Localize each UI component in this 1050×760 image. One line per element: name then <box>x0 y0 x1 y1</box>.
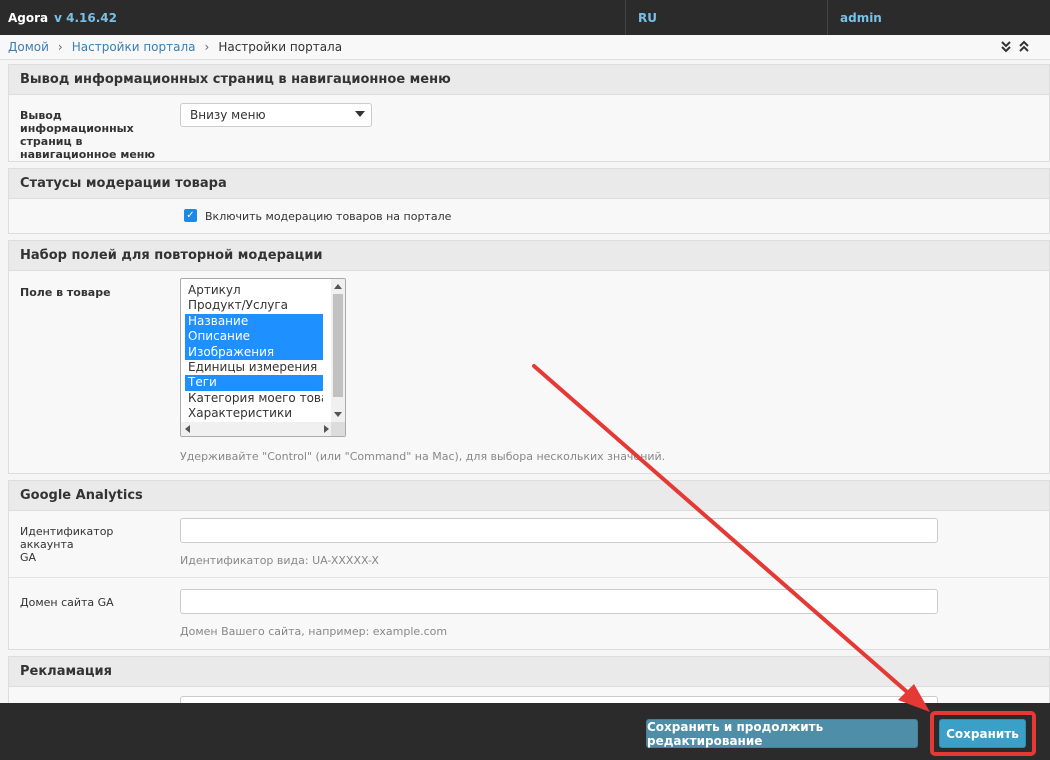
breadcrumb-parent[interactable]: Настройки портала <box>72 40 196 54</box>
multiselect-option[interactable]: Изображения <box>185 344 323 360</box>
fieldset-analytics: Google Analytics Идентификатор аккаунта … <box>8 480 1050 650</box>
top-navbar: Agora v 4.16.42 RU admin <box>0 0 1050 35</box>
chevron-down-icon <box>355 111 365 117</box>
multiselect-help: Удерживайте "Control" (или "Command" на … <box>180 450 666 463</box>
fieldset-title: Вывод информационных страниц в навигацио… <box>9 65 1049 95</box>
settings-form: Вывод информационных страниц в навигацио… <box>8 64 1050 742</box>
save-and-continue-button[interactable]: Сохранить и продолжить редактирование <box>646 719 918 748</box>
breadcrumb: Домой › Настройки портала › Настройки по… <box>0 35 1050 60</box>
fieldset-title: Набор полей для повторной модерации <box>9 241 1049 271</box>
submit-row: Сохранить и продолжить редактирование Со… <box>0 703 1050 760</box>
multiselect-option[interactable]: Теги <box>185 375 323 391</box>
fieldset-remoderation: Набор полей для повторной модерации Поле… <box>8 240 1050 474</box>
fieldset-moderation: Статусы модерации товара ✓ Включить моде… <box>8 168 1050 234</box>
multiselect-option[interactable]: Артикул <box>185 283 323 298</box>
ga-account-help: Идентификатор вида: UA-XXXXX-X <box>180 554 379 567</box>
moderation-checkbox-label: Включить модерацию товаров на портале <box>205 210 452 223</box>
breadcrumb-current: Настройки портала <box>218 40 343 54</box>
multiselect-option[interactable]: Название <box>185 313 323 330</box>
expand-all-icon[interactable] <box>1000 39 1012 53</box>
ga-domain-label: Домен сайта GA <box>20 596 114 609</box>
row-divider <box>9 577 1049 578</box>
app-version: v 4.16.42 <box>54 10 118 25</box>
scroll-down-icon[interactable] <box>334 412 342 417</box>
multiselect-option[interactable]: Единицы измерения <box>185 360 323 375</box>
fieldset-nav-menu: Вывод информационных страниц в навигацио… <box>8 64 1050 162</box>
moderation-checkbox[interactable]: ✓ <box>184 209 197 222</box>
fieldset-title: Google Analytics <box>9 481 1049 511</box>
ga-account-input[interactable] <box>180 518 938 543</box>
nav-menu-label: Вывод информационных страниц в навигацио… <box>20 109 156 161</box>
ga-domain-help: Домен Вашего сайта, например: example.co… <box>180 625 448 638</box>
scrollbar-corner <box>331 422 345 436</box>
nav-menu-select[interactable]: Внизу меню <box>180 103 372 127</box>
scroll-up-icon[interactable] <box>334 284 342 289</box>
multiselect-option[interactable]: Характеристики <box>185 406 323 421</box>
scroll-left-icon[interactable] <box>185 425 190 433</box>
language-switcher[interactable]: RU <box>625 0 827 35</box>
product-fields-multiselect[interactable]: Артикул Продукт/Услуга Название Описание Изо… <box>180 278 346 437</box>
multiselect-option[interactable]: Описание <box>185 329 323 345</box>
product-field-label: Поле в товаре <box>20 286 111 299</box>
app-name: Agora <box>8 10 49 25</box>
fieldset-title: Рекламация <box>9 657 1049 687</box>
ga-account-label: Идентификатор аккаунта GA <box>20 525 114 564</box>
user-menu[interactable]: admin <box>827 0 1050 35</box>
scrollbar-thumb[interactable] <box>333 294 343 397</box>
multiselect-options: Артикул Продукт/Услуга Название Описание Изо… <box>185 283 323 422</box>
multiselect-option[interactable]: Продукт/Услуга <box>185 298 323 313</box>
save-button[interactable]: Сохранить <box>939 719 1026 748</box>
collapse-controls <box>1000 39 1030 53</box>
breadcrumb-separator-icon: › <box>57 40 63 54</box>
vertical-scrollbar[interactable] <box>331 279 345 422</box>
brand[interactable]: Agora v 4.16.42 <box>0 11 625 25</box>
horizontal-scrollbar[interactable] <box>181 422 333 436</box>
breadcrumb-home[interactable]: Домой <box>8 40 49 54</box>
ga-domain-input[interactable] <box>180 589 938 614</box>
breadcrumb-separator-icon: › <box>204 40 210 54</box>
scroll-right-icon[interactable] <box>324 425 329 433</box>
collapse-all-icon[interactable] <box>1018 39 1030 53</box>
fieldset-title: Статусы модерации товара <box>9 169 1049 199</box>
multiselect-option[interactable]: Категория моего товара <box>185 391 323 406</box>
